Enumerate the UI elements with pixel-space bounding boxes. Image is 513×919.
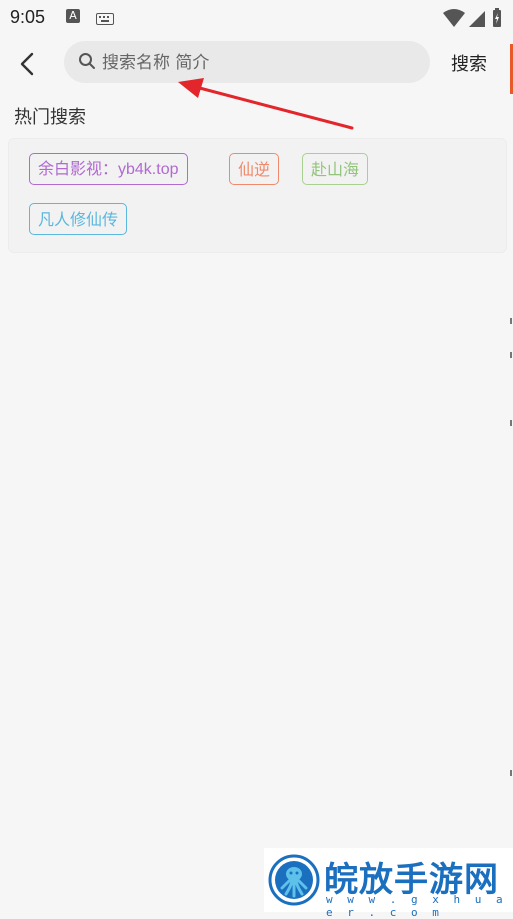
edge-mark [510,318,512,324]
search-button[interactable]: 搜索 [451,50,487,76]
search-icon [79,53,95,69]
hot-tag[interactable]: 赴山海 [302,153,369,185]
status-indicators [441,7,505,29]
hot-tag[interactable]: 余白影视：yb4k.top [29,153,188,185]
hot-search-card: 余白影视：yb4k.top 仙逆 赴山海 凡人修仙传 [8,138,507,253]
watermark-url: w w w . g x h u a e r . c o m [326,893,507,919]
signal-icon [469,11,485,27]
hot-tag[interactable]: 凡人修仙传 [29,203,128,235]
wifi-icon [443,9,465,27]
back-button[interactable] [12,48,44,80]
chevron-left-icon [20,52,34,76]
status-bar: 9:05 A [0,0,513,36]
octopus-logo-icon [268,854,320,906]
site-watermark: 皖放手游网 w w w . g x h u a e r . c o m [264,848,513,919]
notification-a-icon: A [66,9,80,23]
battery-icon [493,8,501,27]
edge-mark [510,420,512,426]
edge-mark [510,352,512,358]
hot-tag[interactable]: 仙逆 [229,153,280,185]
status-time: 9:05 [10,7,46,27]
annotation-arrow [178,78,354,130]
keyboard-icon [96,10,114,29]
edge-mark [510,770,512,776]
hot-search-title: 热门搜索 [14,107,86,128]
